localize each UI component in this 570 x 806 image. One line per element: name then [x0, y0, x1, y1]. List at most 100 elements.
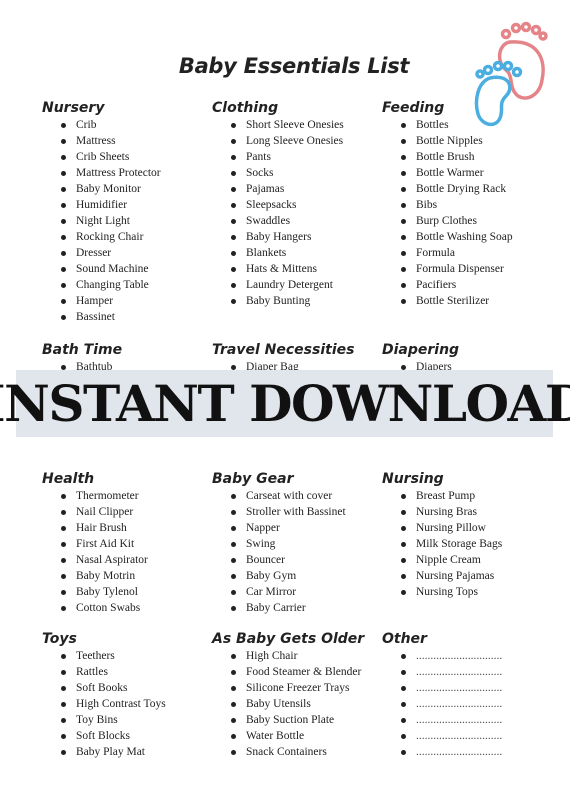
list-item: Snack Containers: [212, 744, 377, 760]
list-item: Food Steamer & Blender: [212, 664, 377, 680]
list-item: Short Sleeve Onesies: [212, 117, 377, 133]
list-item: Dresser: [42, 245, 207, 261]
section-title: Bath Time: [42, 342, 123, 358]
list-item: Formula: [382, 245, 547, 261]
list-item: Bottle Washing Soap: [382, 229, 547, 245]
item-list: ........................................…: [382, 648, 547, 760]
list-item: Night Light: [42, 213, 207, 229]
item-list: Carseat with cover Stroller with Bassinet…: [212, 488, 377, 616]
item-list: Teethers Rattles Soft Books High Contrast T…: [42, 648, 207, 760]
section-title: Health: [42, 471, 95, 487]
list-item: Nursing Bras: [382, 504, 547, 520]
list-item: Thermometer: [42, 488, 207, 504]
list-item: Mattress Protector: [42, 165, 207, 181]
list-item: Bottle Warmer: [382, 165, 547, 181]
list-item: Crib: [42, 117, 207, 133]
list-item: Sound Machine: [42, 261, 207, 277]
list-item: ..............................: [382, 728, 547, 744]
list-item: Nasal Aspirator: [42, 552, 207, 568]
list-item: Nursing Pillow: [382, 520, 547, 536]
list-item: Nail Clipper: [42, 504, 207, 520]
list-item: Laundry Detergent: [212, 277, 377, 293]
list-item: Pacifiers: [382, 277, 547, 293]
section-other: Other...................................…: [382, 630, 547, 760]
list-item: Bottles: [382, 117, 547, 133]
list-item: ..............................: [382, 648, 547, 664]
list-item: ..............................: [382, 744, 547, 760]
list-item: Silicone Freezer Trays: [212, 680, 377, 696]
list-item: Changing Table: [42, 277, 207, 293]
list-item: Baby Utensils: [212, 696, 377, 712]
baby-essentials-page: Baby Essentials List Nursery Crib Mattress…: [0, 0, 570, 806]
list-item: Baby Play Mat: [42, 744, 207, 760]
section-title: Baby Gear: [212, 471, 294, 487]
list-item: Sleepsacks: [212, 197, 377, 213]
list-item: Baby Gym: [212, 568, 377, 584]
list-item: Napper: [212, 520, 377, 536]
list-item: ..............................: [382, 664, 547, 680]
item-list: Thermometer Nail Clipper Hair Brush First A…: [42, 488, 207, 616]
list-item: Mattress: [42, 133, 207, 149]
section-health: Health Thermometer Nail Clipper Hair Brush F…: [42, 470, 207, 616]
list-item: Hats & Mittens: [212, 261, 377, 277]
section-title: Feeding: [382, 100, 445, 116]
section-toys: Toys Teethers Rattles Soft Books High Contra…: [42, 630, 207, 760]
item-list: Short Sleeve Onesies Long Sleeve Onesies P…: [212, 117, 377, 309]
list-item: Hamper: [42, 293, 207, 309]
list-item: Bottle Drying Rack: [382, 181, 547, 197]
list-item: Stroller with Bassinet: [212, 504, 377, 520]
list-item: Nursing Pajamas: [382, 568, 547, 584]
list-item: Nursing Tops: [382, 584, 547, 600]
list-item: Baby Motrin: [42, 568, 207, 584]
list-item: Swaddles: [212, 213, 377, 229]
section-title: Toys: [42, 631, 77, 647]
list-item: High Chair: [212, 648, 377, 664]
list-item: Baby Monitor: [42, 181, 207, 197]
list-item: Bottle Nipples: [382, 133, 547, 149]
item-list: High Chair Food Steamer & Blender Silicone…: [212, 648, 377, 760]
list-item: Carseat with cover: [212, 488, 377, 504]
section-title: Clothing: [212, 100, 279, 116]
list-item: Socks: [212, 165, 377, 181]
section-nursing: Nursing Breast Pump Nursing Bras Nursing Pi…: [382, 470, 547, 600]
list-item: Nipple Cream: [382, 552, 547, 568]
list-item: Baby Tylenol: [42, 584, 207, 600]
section-feeding: Feeding Bottles Bottle Nipples Bottle Brush…: [382, 99, 547, 309]
list-item: Baby Suction Plate: [212, 712, 377, 728]
list-item: Soft Books: [42, 680, 207, 696]
section-title: Nursing: [382, 471, 444, 487]
list-item: Swing: [212, 536, 377, 552]
list-item: Formula Dispenser: [382, 261, 547, 277]
list-item: Bottle Brush: [382, 149, 547, 165]
section-title: Other: [382, 631, 427, 647]
section-title: As Baby Gets Older: [212, 631, 365, 647]
list-item: First Aid Kit: [42, 536, 207, 552]
list-item: Rocking Chair: [42, 229, 207, 245]
list-item: High Contrast Toys: [42, 696, 207, 712]
list-item: Bassinet: [42, 309, 207, 325]
item-list: Breast Pump Nursing Bras Nursing Pillow Mil…: [382, 488, 547, 600]
list-item: Hair Brush: [42, 520, 207, 536]
list-item: Crib Sheets: [42, 149, 207, 165]
instant-download-banner: INSTANT DOWNLOAD: [0, 370, 570, 437]
list-item: Rattles: [42, 664, 207, 680]
list-item: Burp Clothes: [382, 213, 547, 229]
list-item: Teethers: [42, 648, 207, 664]
list-item: Blankets: [212, 245, 377, 261]
list-item: Baby Hangers: [212, 229, 377, 245]
section-clothing: Clothing Short Sleeve Onesies Long Sleeve …: [212, 99, 377, 309]
list-item: Baby Carrier: [212, 600, 377, 616]
list-item: Cotton Swabs: [42, 600, 207, 616]
list-item: Water Bottle: [212, 728, 377, 744]
list-item: ..............................: [382, 680, 547, 696]
list-item: ..............................: [382, 696, 547, 712]
list-item: Soft Blocks: [42, 728, 207, 744]
list-item: Bottle Sterilizer: [382, 293, 547, 309]
list-item: Humidifier: [42, 197, 207, 213]
section-as-baby-gets-older: As Baby Gets Older High Chair Food Steamer…: [212, 630, 377, 760]
item-list: Crib Mattress Crib Sheets Mattress Protecto…: [42, 117, 207, 325]
list-item: Baby Bunting: [212, 293, 377, 309]
list-item: Toy Bins: [42, 712, 207, 728]
list-item: Pants: [212, 149, 377, 165]
list-item: Bibs: [382, 197, 547, 213]
